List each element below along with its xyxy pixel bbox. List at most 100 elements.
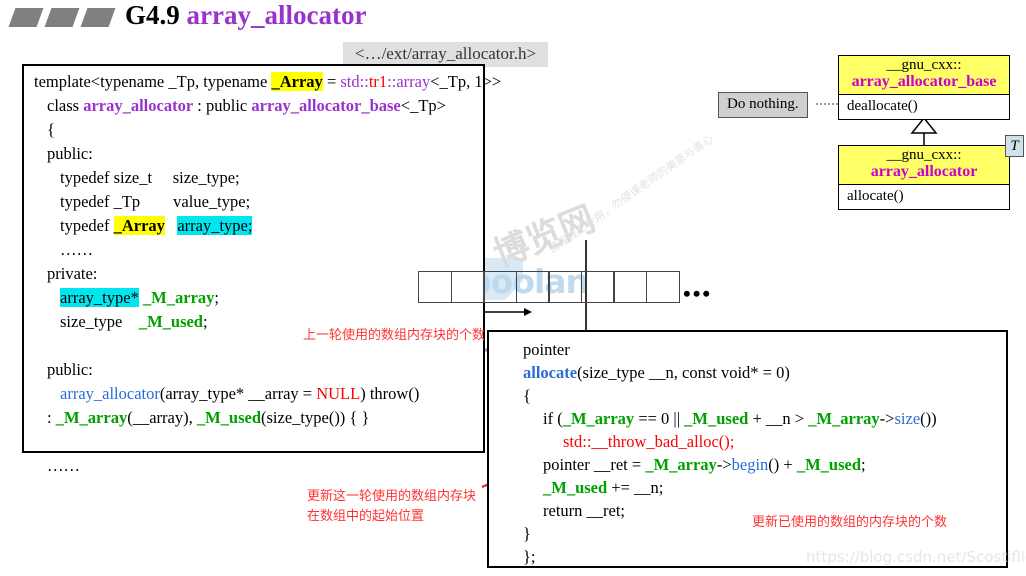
code-token: ) throw(): [360, 384, 420, 403]
memory-cell: [548, 271, 582, 303]
code-token: public:: [47, 144, 93, 163]
code-token: template<typename _Tp, typename: [34, 72, 272, 91]
code-token: <_Tp>: [400, 96, 446, 115]
code-token: array_allocator: [60, 384, 160, 403]
memory-cell: [580, 271, 615, 303]
code-token: ;: [202, 312, 208, 331]
code-token: : public: [193, 96, 252, 115]
memory-cell: [450, 271, 485, 303]
uml-class-array-allocator-base: __gnu_cxx:: array_allocator_base dealloc…: [838, 55, 1010, 120]
code-line: : _M_array(__array), _M_used(size_type()…: [34, 408, 473, 434]
memory-block-strip: [418, 271, 680, 303]
code-token: _M_used: [684, 409, 749, 428]
code-token: (array_type* __array =: [159, 384, 317, 403]
code-token: (size_type()) { }: [261, 408, 370, 427]
code-token: + __n >: [748, 409, 809, 428]
code-token: pointer __ret =: [543, 455, 646, 474]
code-token: _M_used: [138, 312, 203, 331]
code-line: pointer: [503, 340, 996, 365]
code-token: typedef size_t size_type;: [60, 168, 240, 187]
memory-cell: [418, 271, 452, 303]
code-line: array_type* _M_array;: [34, 288, 473, 314]
code-token: _M_array: [142, 288, 215, 307]
code-token: :: [47, 408, 56, 427]
code-token: _M_used: [796, 455, 862, 474]
code-token: _M_used: [543, 478, 608, 497]
code-line: [34, 434, 473, 458]
code-token: private:: [47, 264, 98, 283]
code-line: typedef size_t size_type;: [34, 168, 473, 194]
memory-cell: [645, 271, 680, 303]
code-token: {: [523, 386, 531, 405]
code-token: array_allocator_base: [251, 96, 401, 115]
code-token: class: [47, 96, 84, 115]
code-token: {: [47, 120, 55, 139]
code-token: std::__throw_bad_alloc();: [563, 432, 735, 451]
code-line: _M_used += __n;: [503, 478, 996, 503]
code-token: array: [396, 72, 431, 91]
code-token: pointer: [523, 340, 570, 359]
code-token: begin: [731, 455, 769, 474]
memory-cell: [515, 271, 550, 303]
code-token: <_Tp, 1>>: [430, 72, 502, 91]
code-line: class array_allocator : public array_all…: [34, 96, 473, 122]
header-source-code-panel: template<typename _Tp, typename _Array =…: [22, 64, 501, 474]
code-token: ;: [861, 455, 866, 474]
code-line: ……: [34, 456, 473, 482]
code-token: tr1: [368, 72, 388, 91]
code-token: typedef: [60, 216, 114, 235]
code-token: ……: [47, 456, 80, 475]
uml-derived-classname: array_allocator: [870, 162, 978, 180]
code-token: _M_array: [562, 409, 635, 428]
code-token: public:: [47, 360, 93, 379]
code-token: allocate: [523, 363, 578, 382]
code-token: _M_array: [645, 455, 717, 474]
code-token: ->: [879, 409, 895, 428]
annotation-update-used: 更新已使用的数组的内存块的个数: [752, 515, 948, 530]
annotation-ret-start-line2: 在数组中的起始位置: [307, 508, 425, 524]
do-nothing-note: Do nothing.: [718, 92, 808, 118]
code-token: std::: [340, 72, 369, 91]
code-token: += __n;: [607, 478, 664, 497]
template-parameter-badge: T: [1005, 135, 1024, 157]
code-token: _M_used: [196, 408, 262, 427]
code-token: =: [322, 72, 341, 91]
code-token: (size_type __n, const void* = 0): [577, 363, 790, 382]
code-token: ;: [214, 288, 219, 307]
code-line: if (_M_array == 0 || _M_used + __n > _M_…: [503, 409, 996, 434]
code-token: };: [523, 547, 536, 566]
code-token: _M_array: [55, 408, 128, 427]
code-token: return __ret;: [543, 501, 626, 520]
code-token: ->: [716, 455, 732, 474]
code-line: typedef _Array array_type;: [34, 216, 473, 242]
code-token: _M_array: [808, 409, 880, 428]
code-token: }: [523, 524, 531, 543]
code-token: array_allocator: [83, 96, 194, 115]
code-token: NULL: [316, 384, 361, 403]
code-line: template<typename _Tp, typename _Array =…: [34, 72, 501, 98]
code-line: array_allocator(array_type* __array = NU…: [34, 384, 473, 410]
code-token: size: [894, 409, 921, 428]
code-token: array_type;: [177, 216, 253, 235]
code-token: _Array: [113, 216, 165, 235]
code-token: ……: [60, 240, 93, 259]
uml-derived-header: __gnu_cxx:: array_allocator: [839, 146, 1009, 184]
code-line: public:: [34, 144, 473, 170]
annotation-ret-start: 更新这一轮使用的数组内存块 在数组中的起始位置: [307, 487, 476, 526]
code-line: std::__throw_bad_alloc();: [503, 432, 996, 457]
code-line: {: [34, 120, 473, 146]
annotation-used-count: 上一轮使用的数组内存块的个数: [303, 328, 486, 343]
code-token: ::: [387, 72, 397, 91]
code-token: _Array: [271, 72, 323, 91]
memory-cell: [483, 271, 517, 303]
annotation-ret-start-line1: 更新这一轮使用的数组内存块: [307, 489, 477, 504]
code-line: pointer __ret = _M_array->begin() + _M_u…: [503, 455, 996, 480]
uml-base-namespace: __gnu_cxx::: [886, 57, 962, 73]
code-token: (__array),: [127, 408, 197, 427]
uml-base-classname: array_allocator_base: [851, 72, 997, 90]
code-token: () +: [768, 455, 797, 474]
code-line: ……: [34, 240, 473, 266]
code-token: if (: [543, 409, 563, 428]
